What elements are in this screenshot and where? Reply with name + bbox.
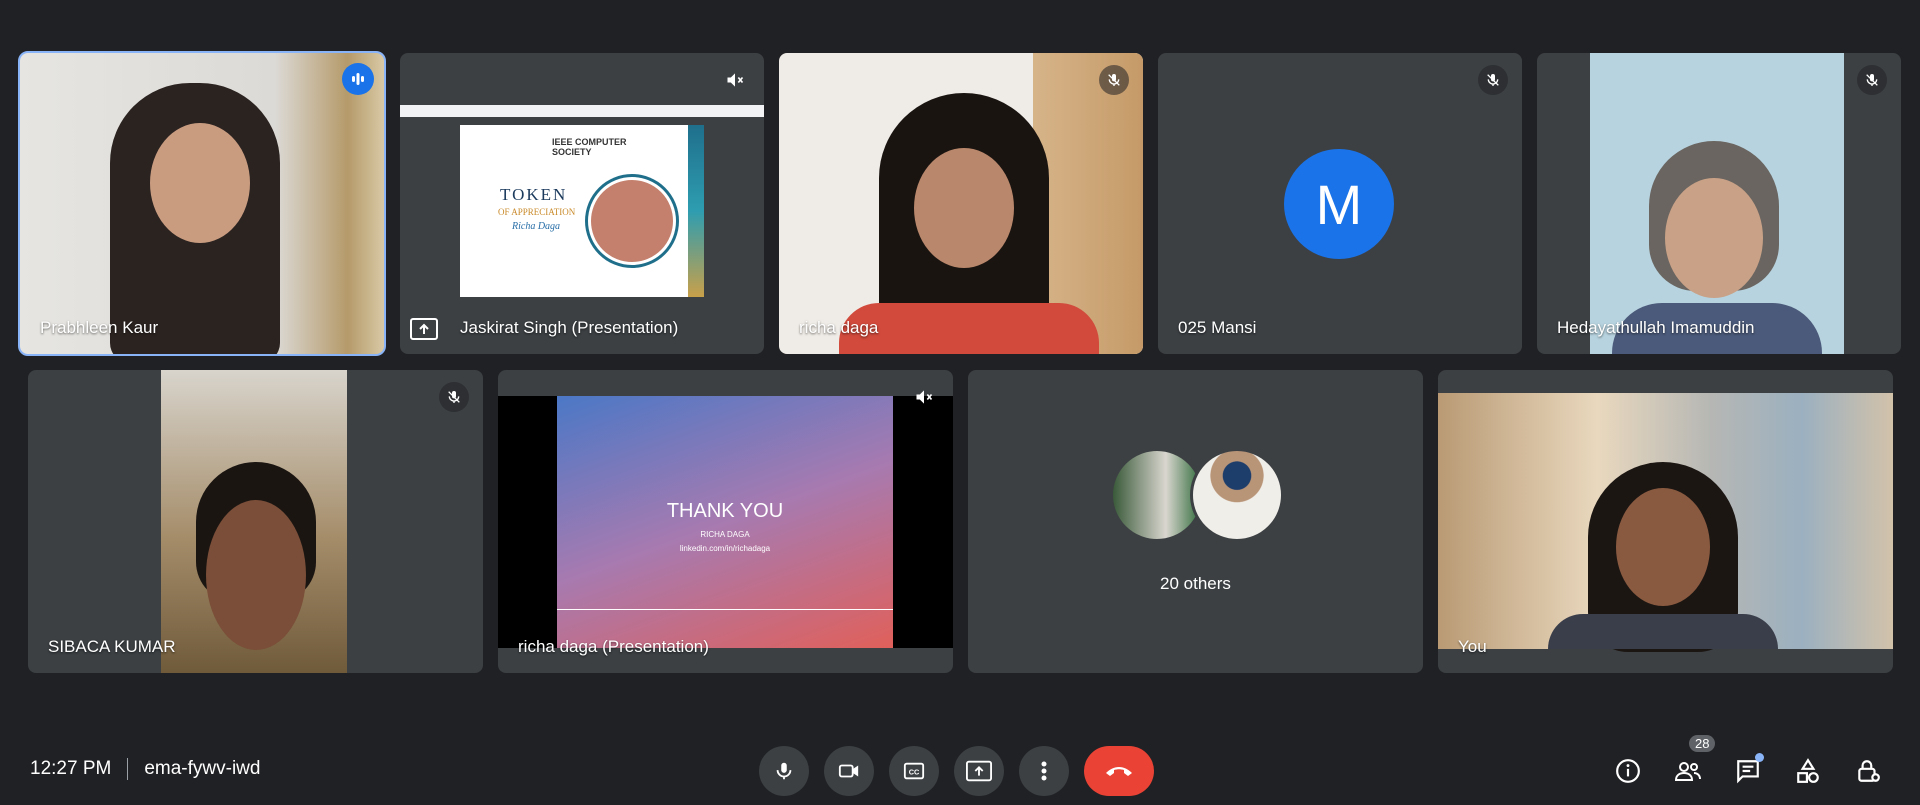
face: [914, 148, 1014, 268]
others-avatar-2: [1190, 448, 1284, 542]
participant-tile-hedayathullah[interactable]: Hedayathullah Imamuddin: [1537, 53, 1901, 354]
clock: 12:27 PM: [30, 758, 112, 779]
slide-title: THANK YOU: [666, 500, 784, 522]
participant-name: richa daga: [799, 318, 879, 337]
slide-photo: [588, 177, 676, 265]
others-count: 20 others: [1160, 574, 1231, 593]
captions-icon: CC: [903, 762, 925, 780]
people-count-badge: 28: [1689, 735, 1716, 752]
activities-icon: [1797, 758, 1819, 783]
clothing: [1548, 614, 1778, 649]
divider: [127, 758, 129, 780]
face: [1616, 488, 1710, 606]
mic-off-icon: [439, 382, 469, 412]
participant-name: You: [1458, 637, 1487, 656]
face: [206, 500, 306, 650]
chat-icon: [1737, 760, 1759, 784]
audio-off-icon: [909, 382, 939, 412]
slide-link: linkedin.com/in/richadaga: [679, 544, 771, 553]
slide-thank-you: THANK YOU RICHA DAGA linkedin.com/in/ric…: [557, 396, 893, 648]
end-call-button[interactable]: [1084, 746, 1154, 796]
meeting-code: ema-fywv-iwd: [144, 758, 261, 779]
slide-title: TOKEN: [500, 185, 568, 204]
activities-button[interactable]: [1788, 751, 1828, 791]
host-controls-button[interactable]: [1848, 751, 1888, 791]
participant-name: SIBACA KUMAR: [48, 637, 176, 656]
others-tile[interactable]: 20 others: [968, 370, 1423, 673]
mic-off-icon: [1099, 65, 1129, 95]
slide-logo-text: IEEE COMPUTER SOCIETY: [552, 137, 627, 157]
end-call-icon: [1106, 767, 1132, 776]
host-controls-icon: [1858, 760, 1880, 782]
meeting-details: 12:27 PM ema-fywv-iwd: [30, 758, 260, 780]
people-icon: [1674, 762, 1701, 781]
info-icon: [1616, 759, 1640, 783]
mic-off-icon: [1857, 65, 1887, 95]
face: [150, 123, 250, 243]
camera-icon: [838, 764, 859, 778]
mic-button[interactable]: [759, 746, 809, 796]
participant-tile-richa[interactable]: richa daga: [779, 53, 1143, 354]
meeting-info-button[interactable]: [1608, 751, 1648, 791]
slide-person: Richa Daga: [512, 221, 561, 232]
camera-button[interactable]: [824, 746, 874, 796]
svg-text:CC: CC: [909, 768, 920, 777]
participant-name: 025 Mansi: [1178, 318, 1257, 337]
present-screen-icon: [410, 318, 440, 342]
participant-tile-you[interactable]: You: [1438, 370, 1893, 673]
speaking-indicator-icon: [342, 63, 374, 95]
slide-name: RICHA DAGA: [700, 530, 750, 539]
people-button[interactable]: 28: [1668, 735, 1716, 791]
present-icon: [966, 760, 992, 782]
participant-name: Hedayathullah Imamuddin: [1557, 318, 1755, 337]
participant-name: richa daga (Presentation): [518, 637, 709, 656]
mic-off-icon: [1478, 65, 1508, 95]
chat-notification-dot: [1755, 753, 1764, 762]
mic-icon: [776, 762, 792, 780]
participant-tile-prabhleen[interactable]: Prabhleen Kaur: [18, 51, 386, 356]
presentation-screen: [400, 105, 764, 117]
more-options-button[interactable]: [1019, 746, 1069, 796]
present-button[interactable]: [954, 746, 1004, 796]
slide-decoration: [688, 125, 704, 297]
more-vert-icon: [1041, 761, 1047, 781]
captions-button[interactable]: CC: [889, 746, 939, 796]
face: [1665, 178, 1763, 298]
audio-off-icon: [720, 65, 750, 95]
participant-tile-jaskirat-presentation[interactable]: IEEE COMPUTER SOCIETY TOKEN OF APPRECIAT…: [400, 53, 764, 354]
slide-subtitle: OF APPRECIATION: [498, 207, 576, 217]
participant-tile-richa-presentation[interactable]: THANK YOU RICHA DAGA linkedin.com/in/ric…: [498, 370, 953, 673]
slide-line: [557, 609, 893, 610]
participant-name: Jaskirat Singh (Presentation): [460, 318, 679, 337]
participant-name: Prabhleen Kaur: [40, 318, 159, 337]
chat-button[interactable]: [1728, 751, 1768, 791]
avatar: M: [1284, 149, 1394, 259]
slide-token-of-appreciation: IEEE COMPUTER SOCIETY TOKEN OF APPRECIAT…: [460, 125, 704, 297]
participant-tile-mansi[interactable]: M 025 Mansi: [1158, 53, 1522, 354]
participant-tile-sibaca[interactable]: SIBACA KUMAR: [28, 370, 483, 673]
